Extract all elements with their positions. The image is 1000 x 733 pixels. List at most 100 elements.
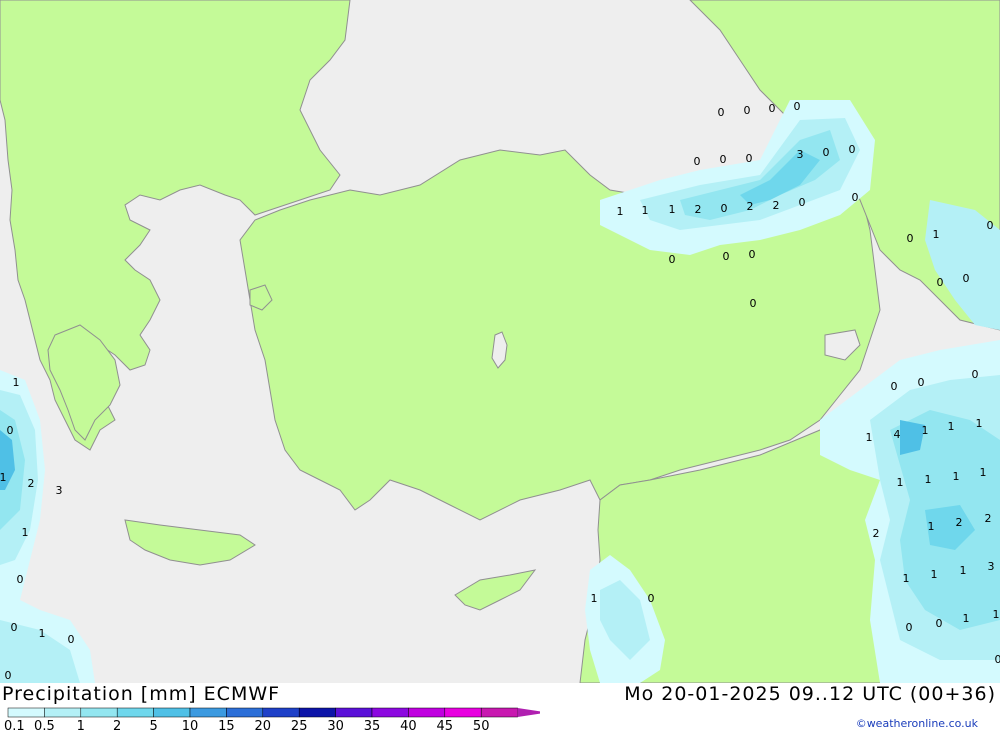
precip-value-label: 0 bbox=[849, 143, 856, 156]
legend-label: 2 bbox=[113, 719, 121, 733]
precip-value-label: 0 bbox=[720, 153, 727, 166]
legend-label: 50 bbox=[473, 719, 490, 733]
precip-value-label: 1 bbox=[963, 612, 970, 625]
precip-value-label: 0 bbox=[7, 424, 14, 437]
precip-value-label: 0 bbox=[799, 196, 806, 209]
precip-value-label: 0 bbox=[823, 146, 830, 159]
precip-value-label: 1 bbox=[976, 417, 983, 430]
legend-swatch bbox=[408, 707, 446, 718]
legend-swatch bbox=[298, 707, 336, 718]
precip-value-label: 0 bbox=[5, 669, 12, 682]
precip-value-label: 0 bbox=[907, 232, 914, 245]
legend-label: 30 bbox=[327, 719, 344, 733]
precip-value-label: 0 bbox=[746, 152, 753, 165]
legend-label: 5 bbox=[149, 719, 157, 733]
precip-value-label: 0 bbox=[891, 380, 898, 393]
precip-value-label: 1 bbox=[903, 572, 910, 585]
precip-value-label: 3 bbox=[56, 484, 63, 497]
precip-value-label: 0 bbox=[721, 202, 728, 215]
precip-value-label: 0 bbox=[648, 592, 655, 605]
precip-value-label: 1 bbox=[960, 564, 967, 577]
precip-value-label: 0 bbox=[937, 276, 944, 289]
precip-value-label: 0 bbox=[723, 250, 730, 263]
legend-swatch bbox=[371, 707, 409, 718]
precip-value-label: 1 bbox=[993, 608, 1000, 621]
legend-label: 25 bbox=[291, 719, 308, 733]
precip-value-label: 1 bbox=[928, 520, 935, 533]
precip-value-label: 1 bbox=[642, 204, 649, 217]
legend-label: 40 bbox=[400, 719, 417, 733]
legend-swatch bbox=[189, 707, 227, 718]
credit-link[interactable]: ©weatheronline.co.uk bbox=[856, 717, 978, 730]
precip-value-label: 2 bbox=[873, 527, 880, 540]
precipitation-legend: 0.1 0.5 1 2 5 10 15 20 25 30 35 40 45 50 bbox=[4, 707, 540, 733]
precip-value-label: 1 bbox=[617, 205, 624, 218]
precip-value-label: 1 bbox=[922, 424, 929, 437]
precip-value-label: 0 bbox=[918, 376, 925, 389]
precip-value-label: 1 bbox=[866, 431, 873, 444]
precip-value-label: 2 bbox=[28, 477, 35, 490]
legend-label: 35 bbox=[364, 719, 381, 733]
precip-value-label: 1 bbox=[931, 568, 938, 581]
precip-value-label: 0 bbox=[749, 248, 756, 261]
precip-value-label: 0 bbox=[744, 104, 751, 117]
legend-label: 0.5 bbox=[34, 719, 55, 733]
precip-value-label: 0 bbox=[852, 191, 859, 204]
legend-label: 1 bbox=[77, 719, 85, 733]
precip-value-label: 1 bbox=[897, 476, 904, 489]
map-footer: Precipitation [mm] ECMWF Mo 20-01-2025 0… bbox=[0, 683, 1000, 733]
precip-value-label: 0 bbox=[68, 633, 75, 646]
legend-swatch bbox=[335, 707, 373, 718]
precip-value-label: 1 bbox=[953, 470, 960, 483]
precip-value-label: 1 bbox=[39, 627, 46, 640]
precip-value-label: 1 bbox=[980, 466, 987, 479]
legend-swatch bbox=[80, 707, 118, 718]
precip-value-label: 2 bbox=[773, 199, 780, 212]
precip-value-label: 0 bbox=[17, 573, 24, 586]
precip-value-label: 1 bbox=[22, 526, 29, 539]
precip-value-label: 0 bbox=[963, 272, 970, 285]
legend-swatch bbox=[444, 707, 482, 718]
precip-value-label: 1 bbox=[591, 592, 598, 605]
legend-swatch bbox=[153, 707, 191, 718]
precip-value-label: 2 bbox=[956, 516, 963, 529]
precip-value-label: 1 bbox=[933, 228, 940, 241]
precip-value-label: 0 bbox=[906, 621, 913, 634]
legend-label: 10 bbox=[182, 719, 199, 733]
precip-value-label: 2 bbox=[747, 200, 754, 213]
precip-value-label: 0 bbox=[995, 653, 1000, 666]
legend-swatch bbox=[262, 707, 300, 718]
precip-value-label: 4 bbox=[894, 428, 901, 441]
precip-value-label: 1 bbox=[925, 473, 932, 486]
legend-swatch bbox=[44, 707, 82, 718]
precip-value-label: 1 bbox=[0, 471, 7, 484]
precip-value-label: 3 bbox=[988, 560, 995, 573]
legend-label: 45 bbox=[437, 719, 454, 733]
legend-label: 15 bbox=[218, 719, 235, 733]
precip-value-label: 2 bbox=[695, 203, 702, 216]
precip-value-label: 0 bbox=[936, 617, 943, 630]
precip-value-label: 3 bbox=[797, 148, 804, 161]
legend-swatch bbox=[226, 707, 264, 718]
precip-value-label: 1 bbox=[669, 203, 676, 216]
precip-value-label: 0 bbox=[750, 297, 757, 310]
precip-value-label: 0 bbox=[669, 253, 676, 266]
legend-label: 20 bbox=[255, 719, 272, 733]
precip-value-label: 0 bbox=[769, 102, 776, 115]
legend-swatch bbox=[7, 707, 45, 718]
legend-swatch bbox=[480, 707, 518, 718]
precip-value-label: 0 bbox=[987, 219, 994, 232]
precip-value-label: 0 bbox=[718, 106, 725, 119]
legend-swatch bbox=[116, 707, 154, 718]
precip-value-label: 2 bbox=[985, 512, 992, 525]
precip-value-label: 0 bbox=[794, 100, 801, 113]
precip-value-label: 0 bbox=[11, 621, 18, 634]
legend-label: 0.1 bbox=[4, 719, 25, 733]
precip-value-label: 0 bbox=[694, 155, 701, 168]
precip-value-label: 1 bbox=[948, 420, 955, 433]
precipitation-map: 0 0 0 0 0 0 0 3 0 0 1 1 1 2 0 2 2 0 0 0 0 0 0 0 0 1 0 0 0 0 0 1 4 1 1 1 1 1 1 1… bbox=[0, 0, 1000, 683]
valid-time: Mo 20-01-2025 09..12 UTC (00+36) bbox=[624, 683, 996, 705]
map-title: Precipitation [mm] ECMWF bbox=[2, 683, 281, 705]
precip-value-label: 0 bbox=[972, 368, 979, 381]
legend-arrow bbox=[517, 708, 540, 717]
